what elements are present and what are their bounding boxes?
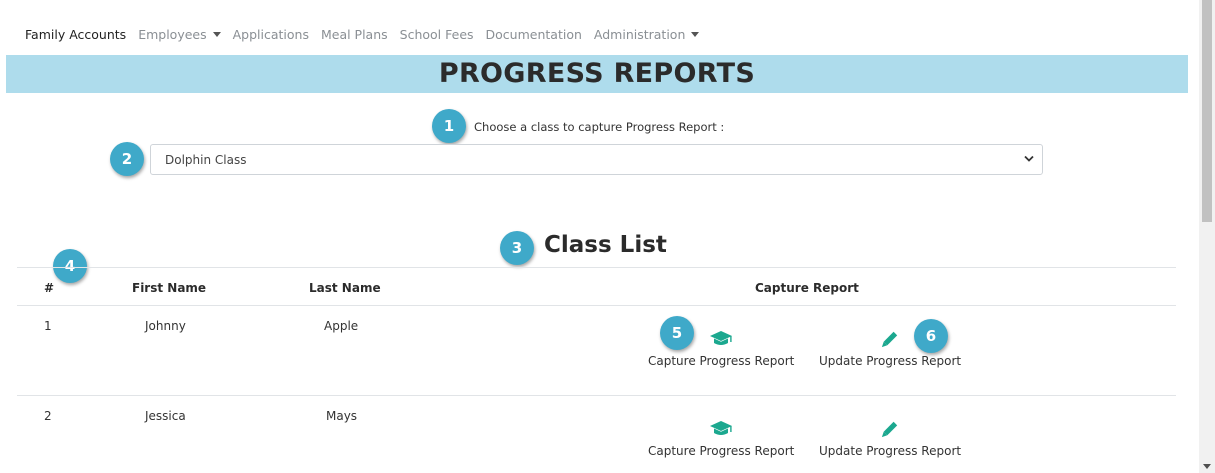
capture-progress-report-button[interactable]: Capture Progress Report: [648, 420, 794, 458]
pencil-icon: [881, 331, 898, 348]
row-2-number: 2: [44, 409, 52, 423]
page-title-banner: PROGRESS REPORTS: [6, 55, 1188, 93]
capture-progress-report-label: Capture Progress Report: [648, 444, 795, 458]
header-capture-report: Capture Report: [755, 281, 859, 295]
scroll-down-arrow-icon[interactable]: [1203, 464, 1211, 469]
class-list-title: Class List: [544, 232, 667, 258]
row-1-last-name: Apple: [324, 319, 359, 333]
header-number: #: [44, 281, 55, 295]
row-1-number: 1: [44, 319, 52, 333]
step-badge-6: 6: [914, 319, 948, 353]
row-divider: [17, 395, 1176, 396]
caret-down-icon: [212, 31, 221, 37]
nav-school-fees[interactable]: School Fees: [400, 27, 474, 42]
pencil-icon: [881, 421, 898, 438]
step-badge-5: 5: [660, 316, 694, 350]
nav-family-accounts-label: Family Accounts: [25, 26, 127, 42]
step-badge-2: 2: [110, 142, 144, 176]
nav-documentation[interactable]: Documentation: [486, 27, 582, 42]
scrollbar-thumb[interactable]: [1202, 0, 1212, 222]
table-top-divider: [17, 267, 1176, 268]
nav-employees[interactable]: Employees: [138, 26, 221, 42]
vertical-scrollbar[interactable]: [1199, 0, 1215, 473]
nav-applications[interactable]: Applications: [233, 27, 309, 42]
update-progress-report-label: Update Progress Report: [819, 444, 962, 458]
top-navbar: Family Accounts Employees Applications M…: [25, 25, 711, 43]
header-divider: [17, 305, 1176, 306]
header-first-name: First Name: [132, 281, 207, 295]
row-1-first-name: Johnny: [145, 319, 186, 333]
row-2-first-name: Jessica: [145, 409, 186, 423]
nav-family-accounts[interactable]: Family Accounts: [25, 27, 126, 42]
update-progress-report-label: Update Progress Report: [819, 354, 962, 368]
step-badge-4: 4: [53, 249, 87, 283]
nav-documentation-label: Documentation: [485, 26, 582, 42]
nav-applications-label: Applications: [232, 26, 309, 42]
graduation-cap-icon: [710, 421, 733, 435]
nav-school-fees-label: School Fees: [399, 26, 474, 42]
nav-administration-label: Administration: [593, 26, 686, 42]
class-select-label: Choose a class to capture Progress Repor…: [474, 120, 725, 134]
row-2-last-name: Mays: [326, 409, 358, 423]
nav-employees-label: Employees: [138, 26, 207, 42]
step-badge-1: 1: [432, 109, 466, 143]
nav-meal-plans[interactable]: Meal Plans: [321, 27, 388, 42]
class-select-value: Dolphin Class: [165, 152, 247, 167]
capture-progress-report-label: Capture Progress Report: [648, 354, 795, 368]
nav-administration[interactable]: Administration: [593, 26, 700, 42]
class-select[interactable]: Dolphin Class: [150, 144, 1043, 175]
step-badge-3: 3: [500, 231, 534, 265]
page-title: PROGRESS REPORTS: [438, 58, 756, 89]
nav-meal-plans-label: Meal Plans: [320, 26, 388, 42]
header-last-name: Last Name: [309, 281, 381, 295]
graduation-cap-icon: [710, 331, 733, 345]
update-progress-report-button[interactable]: Update Progress Report: [819, 420, 961, 458]
caret-down-icon: [691, 31, 700, 37]
chevron-down-icon: [1024, 155, 1034, 162]
